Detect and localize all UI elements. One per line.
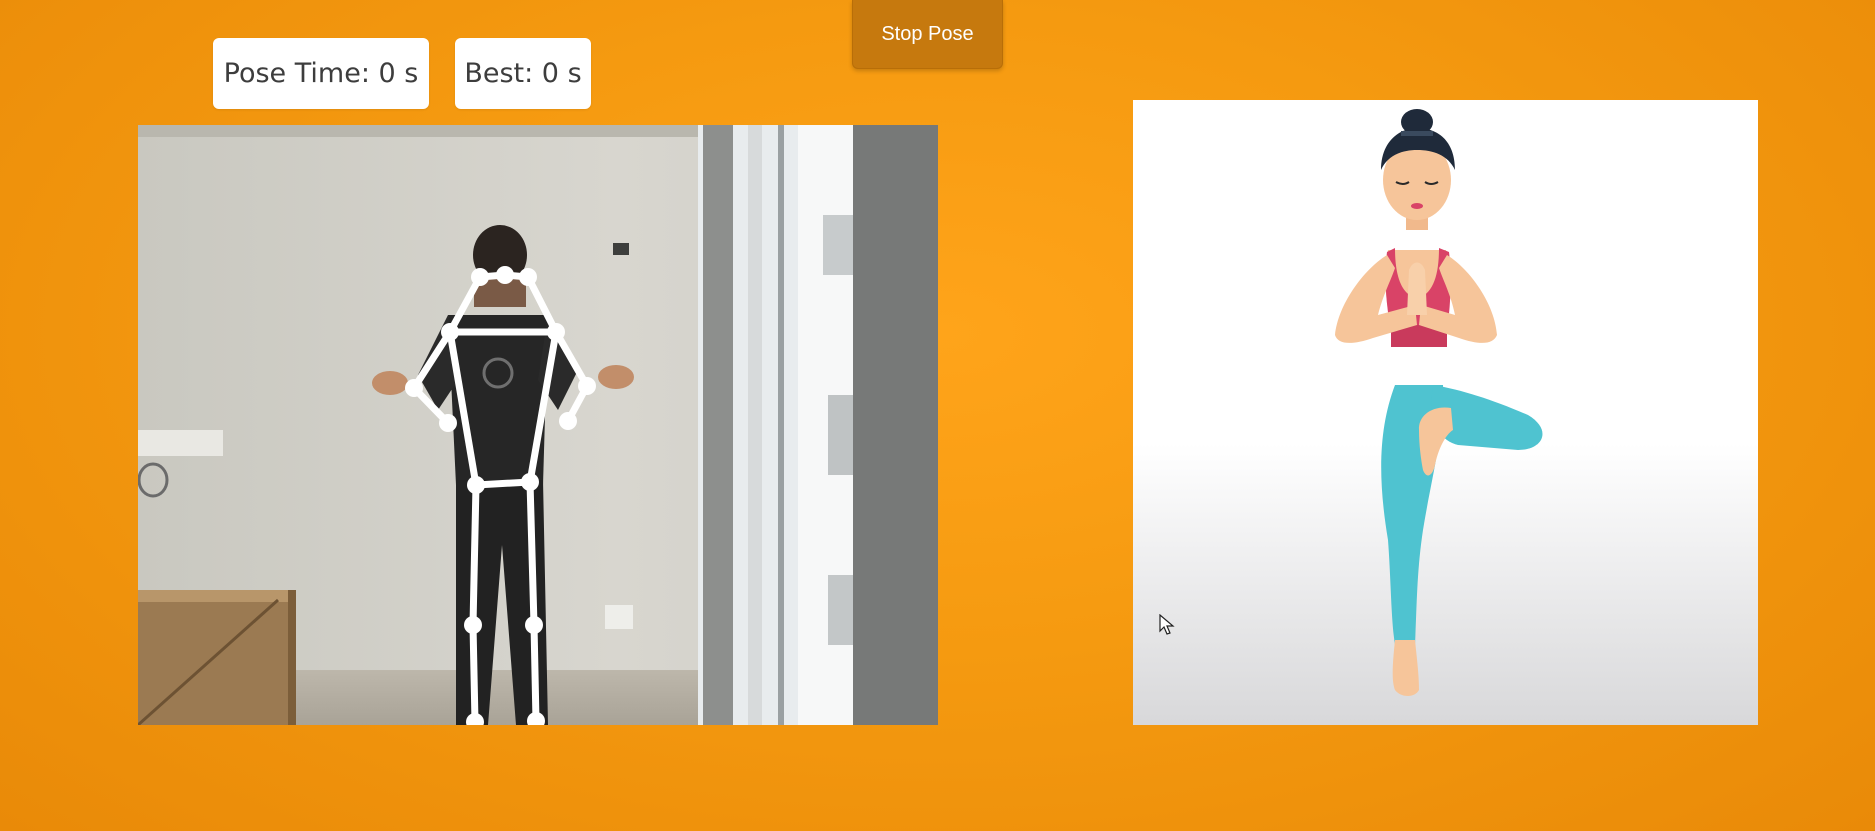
best-time-text: Best: 0 s [464, 58, 582, 89]
webcam-scene [138, 125, 938, 725]
reference-pose-image [1133, 100, 1758, 725]
mouse-pointer-icon [1159, 614, 1175, 635]
stop-pose-label: Stop Pose [881, 22, 974, 45]
stop-pose-button[interactable]: Stop Pose [852, 0, 1003, 69]
best-time-display: Best: 0 s [455, 38, 591, 109]
window [698, 125, 938, 725]
wall-socket [605, 605, 633, 629]
pose-time-text: Pose Time: 0 s [223, 58, 419, 89]
tree-pose-illustration [1133, 100, 1758, 725]
webcam-feed [138, 125, 938, 725]
wall-board [138, 430, 223, 456]
bed-frame [138, 590, 296, 725]
pose-time-display: Pose Time: 0 s [213, 38, 429, 109]
wall-switch [613, 243, 629, 255]
